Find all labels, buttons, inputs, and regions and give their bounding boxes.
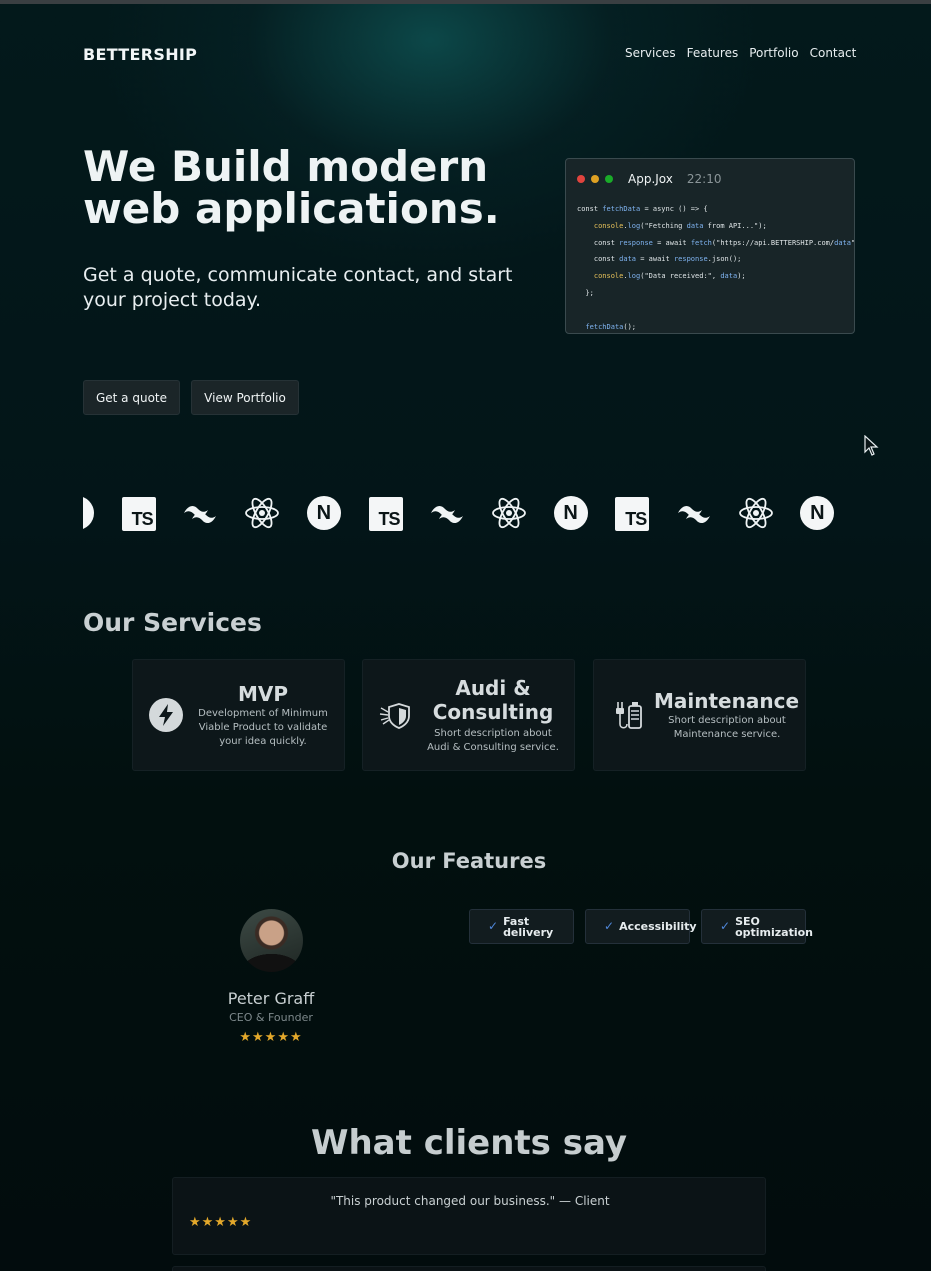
typescript-icon: TS bbox=[121, 495, 157, 531]
view-portfolio-button[interactable]: View Portfolio bbox=[191, 380, 299, 415]
main-nav: Services Features Portfolio Contact bbox=[625, 46, 856, 60]
code-window: App.Jox 22:10 const fetchData = async ()… bbox=[565, 158, 855, 334]
code-line: const data = await response.json(); bbox=[577, 255, 742, 264]
nextjs-icon: N bbox=[553, 495, 589, 531]
code-time: 22:10 bbox=[686, 172, 722, 186]
feature-seo-optimization: ✓ SEO optimization bbox=[701, 909, 813, 944]
code-block: const fetchData = async () => { console.… bbox=[577, 201, 855, 333]
services-title: Our Services bbox=[83, 608, 262, 637]
code-window-header: App.Jox 22:10 bbox=[577, 172, 721, 186]
brand-logo[interactable]: BETTERSHIP bbox=[83, 45, 197, 64]
service-title: MVP bbox=[237, 682, 289, 706]
service-card-mvp[interactable]: MVP Development of Minimum Viable Produc… bbox=[132, 659, 345, 771]
tailwind-icon bbox=[676, 495, 712, 531]
service-description: Short description about Audi & Consultin… bbox=[427, 728, 559, 753]
nextjs-icon: N bbox=[306, 495, 342, 531]
code-line: const fetchData = async () => { bbox=[577, 205, 708, 213]
nav-contact[interactable]: Contact bbox=[810, 46, 857, 60]
typescript-icon: TS bbox=[368, 495, 404, 531]
check-icon: ✓ bbox=[488, 919, 499, 933]
check-icon: ✓ bbox=[604, 919, 615, 933]
nav-portfolio[interactable]: Portfolio bbox=[749, 46, 798, 60]
feature-accessibility: ✓ Accessibility bbox=[585, 909, 697, 944]
maximize-dot-icon bbox=[605, 175, 613, 183]
feature-label: Accessibility bbox=[619, 920, 697, 933]
person-rating-stars: ★★★★★ bbox=[239, 1030, 303, 1045]
code-line: console.log("Fetching data from API...")… bbox=[593, 221, 767, 230]
mouse-cursor-icon bbox=[864, 435, 879, 456]
nextjs-icon: N bbox=[799, 495, 835, 531]
review-quote: "This product changed our business." — C… bbox=[330, 1194, 610, 1208]
minimize-dot-icon bbox=[591, 175, 599, 183]
service-description: Short description about Maintenance serv… bbox=[668, 715, 786, 740]
service-title: Maintenance bbox=[654, 689, 800, 713]
service-description: Development of Minimum Viable Product to… bbox=[198, 708, 328, 747]
tailwind-icon bbox=[182, 495, 218, 531]
hero-title: We Build modern web applications. bbox=[83, 142, 500, 233]
lightning-icon bbox=[149, 698, 183, 732]
service-card-maintenance[interactable]: Maintenance Short description about Main… bbox=[593, 659, 806, 771]
tech-logo-marquee: N TS N TS N TS N bbox=[83, 495, 835, 533]
close-dot-icon bbox=[577, 175, 585, 183]
check-icon: ✓ bbox=[720, 919, 731, 933]
react-icon bbox=[491, 495, 527, 531]
tailwind-icon bbox=[429, 495, 465, 531]
react-icon bbox=[244, 495, 280, 531]
feature-fast-delivery: ✓ Fast delivery bbox=[469, 909, 574, 944]
clients-title: What clients say bbox=[310, 1123, 628, 1163]
plug-battery-icon bbox=[616, 702, 642, 729]
hero-subtitle: Get a quote, communicate contact, and st… bbox=[83, 264, 513, 311]
react-icon bbox=[738, 495, 774, 531]
nav-services[interactable]: Services bbox=[625, 46, 676, 60]
person-role: CEO & Founder bbox=[229, 1011, 313, 1024]
code-filename: App.Jox bbox=[628, 172, 673, 186]
feature-label: SEO optimization bbox=[735, 914, 813, 939]
nextjs-icon: N bbox=[83, 495, 95, 531]
service-card-audit-consulting[interactable]: Audi & Consulting Short description abou… bbox=[362, 659, 575, 771]
service-title: Audi & Consulting bbox=[432, 676, 554, 724]
review-card: "This product changed our business." — C… bbox=[172, 1177, 766, 1255]
get-quote-button[interactable]: Get a quote bbox=[83, 380, 180, 415]
code-line: }; bbox=[577, 288, 594, 297]
typescript-icon: TS bbox=[614, 495, 650, 531]
code-line: console.log("Data received:", data); bbox=[593, 272, 746, 281]
person-name: Peter Graff bbox=[227, 989, 315, 1008]
review-rating-stars: ★★★★★ bbox=[189, 1215, 253, 1230]
review-card bbox=[172, 1266, 766, 1271]
avatar bbox=[240, 909, 303, 972]
code-line: const response = await fetch("https://ap… bbox=[577, 238, 855, 247]
features-title: Our Features bbox=[391, 849, 547, 873]
nav-features[interactable]: Features bbox=[687, 46, 739, 60]
shield-icon bbox=[379, 703, 410, 729]
window-top-bar bbox=[0, 0, 931, 4]
code-line: fetchData(); bbox=[585, 322, 637, 331]
feature-label: Fast delivery bbox=[503, 914, 554, 939]
